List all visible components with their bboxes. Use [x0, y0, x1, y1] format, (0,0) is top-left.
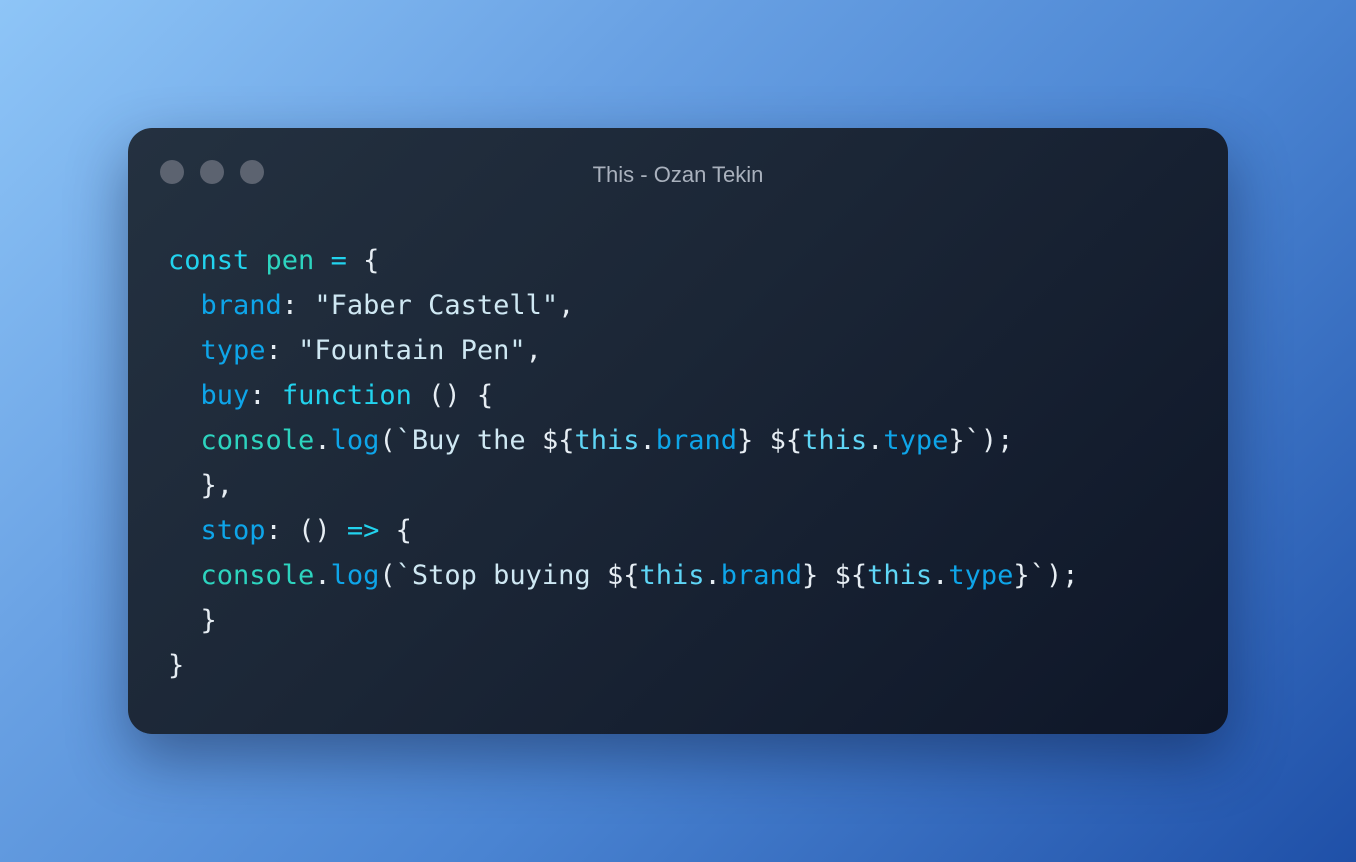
colon: :: [265, 515, 282, 546]
interp-close: }: [948, 425, 965, 456]
parens: (): [428, 380, 461, 411]
code-line-4: buy: function () {: [168, 373, 1078, 418]
window-title: This - Ozan Tekin: [592, 162, 764, 187]
close-brace: }: [200, 605, 217, 636]
code-line-6: },: [168, 463, 1078, 508]
window-titlebar: This - Ozan Tekin: [128, 128, 1228, 218]
code-line-10: }: [168, 643, 1078, 688]
code-line-5: console.log(`Buy the ${this.brand} ${thi…: [168, 418, 1078, 463]
this-keyword: this: [802, 425, 868, 456]
type-reference: type: [948, 560, 1014, 591]
this-keyword: this: [574, 425, 640, 456]
code-line-9: }: [168, 598, 1078, 643]
keyword-const: const: [168, 245, 250, 276]
string-type-value: "Fountain Pen": [298, 335, 526, 366]
interp-close: }: [737, 425, 754, 456]
code-window: This - Ozan Tekin const pen = { brand: "…: [128, 128, 1228, 734]
open-paren: (: [379, 425, 396, 456]
template-text: `Buy the: [395, 425, 542, 456]
interp-open: ${: [769, 425, 803, 456]
interp-open: ${: [834, 560, 868, 591]
variable-pen: pen: [265, 245, 315, 276]
code-line-3: type: "Fountain Pen",: [168, 328, 1078, 373]
brand-reference: brand: [655, 425, 738, 456]
open-brace: {: [363, 245, 380, 276]
interp-open: ${: [541, 425, 575, 456]
statement-end: `);: [1029, 560, 1079, 591]
comma: ,: [525, 335, 542, 366]
property-brand: brand: [200, 290, 282, 321]
close-brace: }: [168, 650, 185, 681]
dot: .: [704, 560, 721, 591]
assign-operator: =: [330, 245, 347, 276]
colon: :: [281, 290, 299, 321]
dot: .: [314, 560, 331, 591]
arrow-operator: =>: [346, 515, 380, 546]
this-keyword: this: [867, 560, 933, 591]
code-line-8: console.log(`Stop buying ${this.brand} $…: [168, 553, 1079, 598]
console-object: console: [200, 425, 315, 456]
interp-close: }: [802, 560, 819, 591]
code-line-7: stop: () => {: [168, 508, 1078, 553]
brand-reference: brand: [720, 560, 803, 591]
template-text: `Stop buying: [395, 560, 607, 591]
dot: .: [932, 560, 949, 591]
this-keyword: this: [639, 560, 705, 591]
property-buy: buy: [200, 380, 250, 411]
open-brace: {: [395, 515, 412, 546]
property-type: type: [200, 335, 266, 366]
console-object: console: [200, 560, 315, 591]
keyword-function: function: [281, 380, 412, 411]
close-brace: },: [200, 470, 234, 501]
colon: :: [249, 380, 266, 411]
parens: (): [298, 515, 331, 546]
open-brace: {: [476, 380, 494, 411]
code-line-1: const pen = {: [168, 238, 1078, 283]
log-method: log: [330, 425, 380, 456]
type-reference: type: [883, 425, 949, 456]
log-method: log: [330, 560, 380, 591]
open-paren: (: [379, 560, 396, 591]
colon: :: [265, 335, 282, 366]
dot: .: [314, 425, 331, 456]
code-line-2: brand: "Faber Castell",: [168, 283, 1078, 328]
dot: .: [867, 425, 884, 456]
string-brand-value: "Faber Castell": [314, 290, 559, 321]
comma: ,: [558, 290, 575, 321]
code-block: const pen = { brand: "Faber Castell", ty…: [168, 238, 1078, 688]
statement-end: `);: [964, 425, 1014, 456]
property-stop: stop: [200, 515, 266, 546]
interp-open: ${: [606, 560, 640, 591]
dot: .: [639, 425, 656, 456]
interp-close: }: [1013, 560, 1030, 591]
